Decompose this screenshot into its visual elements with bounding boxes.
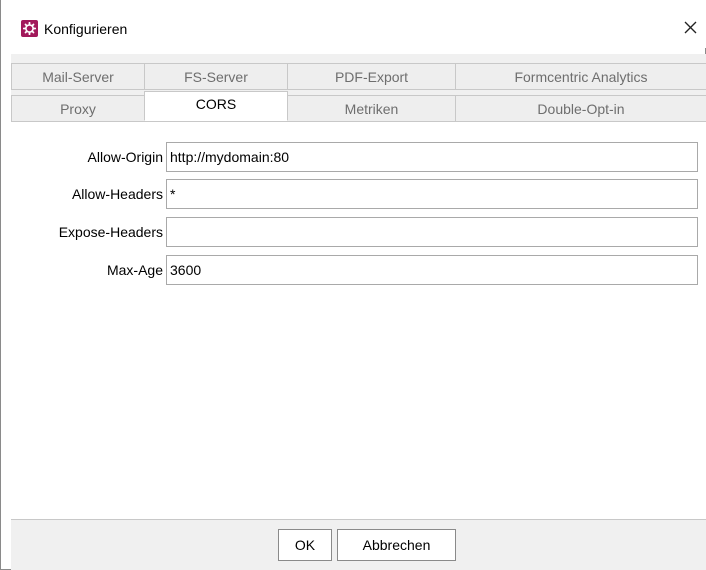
dialog-content: Mail-Server FS-Server PDF-Export Formcen… [11,54,706,570]
tab-cors[interactable]: CORS [144,91,288,121]
tab-pdf-export[interactable]: PDF-Export [287,63,456,90]
tab-row-bottom: Proxy CORS Metriken Double-Opt-in [11,91,706,122]
allow-origin-input[interactable] [166,142,698,172]
ok-button[interactable]: OK [278,529,332,561]
tab-proxy[interactable]: Proxy [11,95,145,122]
allow-origin-label: Allow-Origin [87,149,163,165]
tab-metriken[interactable]: Metriken [287,95,456,122]
expose-headers-row: Expose-Headers [11,217,706,247]
tab-formcentric-analytics[interactable]: Formcentric Analytics [455,63,706,90]
configure-dialog: Konfigurieren Mail-Server FS-Server PDF-… [0,0,706,570]
max-age-label: Max-Age [106,262,163,278]
allow-headers-input[interactable] [166,179,698,209]
expose-headers-label: Expose-Headers [58,224,163,240]
allow-origin-row: Allow-Origin [11,142,706,172]
max-age-input[interactable] [166,255,698,285]
gear-icon [21,20,38,37]
max-age-row: Max-Age [11,255,706,285]
allow-headers-row: Allow-Headers [11,179,706,209]
tab-mail-server[interactable]: Mail-Server [11,63,145,90]
tab-fs-server[interactable]: FS-Server [144,63,288,90]
tab-double-opt-in[interactable]: Double-Opt-in [455,95,706,122]
tab-row-top: Mail-Server FS-Server PDF-Export Formcen… [11,63,706,90]
cors-settings-panel: Allow-Origin Allow-Headers Expose-Header… [11,121,706,520]
window-title: Konfigurieren [44,21,128,37]
title-bar: Konfigurieren [1,0,706,48]
expose-headers-input[interactable] [166,217,698,247]
close-icon[interactable] [677,14,703,40]
cancel-button[interactable]: Abbrechen [337,529,456,561]
allow-headers-label: Allow-Headers [71,186,163,202]
